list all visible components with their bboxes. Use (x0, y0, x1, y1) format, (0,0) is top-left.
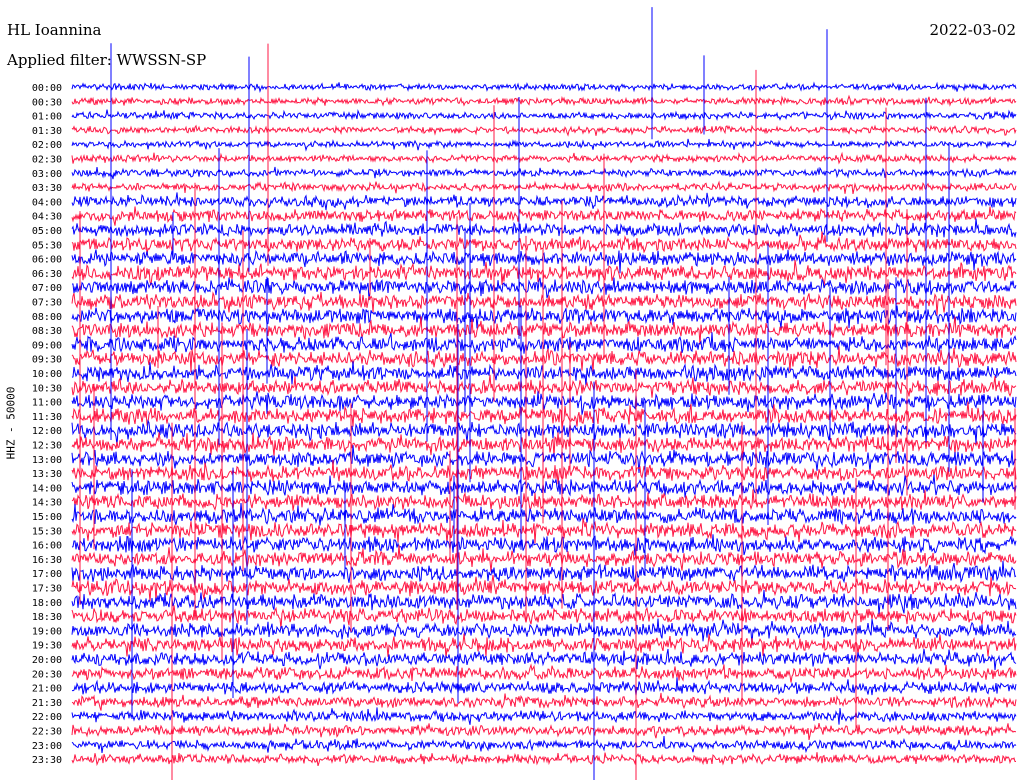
time-label: 06:30 (32, 269, 62, 280)
trace-0930 (71, 346, 1017, 373)
time-label: 19:00 (32, 626, 62, 637)
filter-label: Applied filter: WWSSN-SP (7, 51, 207, 69)
time-label: 02:00 (32, 140, 62, 151)
time-label: 20:00 (32, 655, 62, 666)
time-label: 10:30 (32, 383, 62, 394)
time-label: 12:00 (32, 426, 62, 437)
time-label: 16:30 (32, 555, 62, 566)
time-label: 22:30 (32, 727, 62, 738)
time-label: 00:00 (32, 83, 62, 94)
trace-0200 (71, 138, 1017, 152)
time-label: 11:30 (32, 412, 62, 423)
trace-0900 (71, 332, 1017, 355)
time-label: 06:00 (32, 255, 62, 266)
trace-1330 (71, 460, 1017, 485)
helicorder-plot: 00:00 00:30 01:00 01:30 02:00 02:30 03:00 03:30… (32, 7, 1017, 780)
trace-1800 (71, 590, 1017, 615)
trace-0230 (71, 151, 1017, 165)
trace-0030 (71, 94, 1017, 107)
trace-group (71, 81, 1017, 767)
trace-0400 (71, 192, 1017, 211)
time-label: 21:30 (32, 698, 62, 709)
trace-0600 (71, 249, 1017, 274)
time-label: 08:00 (32, 312, 62, 323)
time-label: 16:00 (32, 541, 62, 552)
time-label: 19:30 (32, 641, 62, 652)
date-title: 2022-03-02 (929, 21, 1016, 39)
trace-1600 (71, 534, 1017, 556)
time-label: 05:30 (32, 240, 62, 251)
time-label: 18:30 (32, 612, 62, 623)
trace-0630 (71, 259, 1017, 287)
trace-0500 (71, 218, 1017, 239)
time-label: 09:00 (32, 340, 62, 351)
trace-2200 (71, 707, 1017, 725)
trace-0000 (71, 81, 1017, 93)
time-label: 02:30 (32, 155, 62, 166)
time-label: 23:30 (32, 755, 62, 766)
trace-0430 (71, 206, 1017, 226)
time-label: 07:30 (32, 298, 62, 309)
trace-0800 (71, 305, 1017, 329)
time-label: 03:30 (32, 183, 62, 194)
trace-0330 (71, 180, 1017, 195)
time-label: 20:30 (32, 669, 62, 680)
trace-1930 (71, 633, 1017, 659)
trace-1230 (71, 432, 1017, 457)
trace-2230 (71, 723, 1017, 741)
time-label: 01:00 (32, 112, 62, 123)
trace-1630 (71, 544, 1017, 572)
time-label: 13:30 (32, 469, 62, 480)
time-label: 04:00 (32, 197, 62, 208)
time-label: 01:30 (32, 126, 62, 137)
trace-2300 (71, 736, 1017, 754)
trace-1200 (71, 419, 1017, 446)
time-label: 07:00 (32, 283, 62, 294)
time-label-group: 00:00 00:30 01:00 01:30 02:00 02:30 03:00 03:30… (32, 83, 62, 766)
time-label: 04:30 (32, 212, 62, 223)
trace-0100 (71, 108, 1017, 122)
time-label: 21:00 (32, 684, 62, 695)
time-label: 05:00 (32, 226, 62, 237)
trace-0700 (72, 277, 1017, 300)
trace-0300 (71, 166, 1017, 180)
time-label: 14:30 (32, 498, 62, 509)
spike-group (79, 7, 1016, 780)
trace-2130 (71, 692, 1017, 711)
time-label: 23:00 (32, 741, 62, 752)
time-label: 18:00 (32, 598, 62, 609)
time-label: 15:30 (32, 526, 62, 537)
trace-1000 (71, 361, 1017, 387)
time-label: 17:00 (32, 569, 62, 580)
time-label: 13:00 (32, 455, 62, 466)
trace-0530 (71, 231, 1017, 256)
time-label: 12:30 (32, 441, 62, 452)
time-label: 08:30 (32, 326, 62, 337)
time-label: 22:00 (32, 712, 62, 723)
trace-2000 (71, 648, 1017, 671)
time-label: 03:00 (32, 169, 62, 180)
trace-0130 (71, 124, 1017, 137)
y-axis-label: HHZ - 50000 (4, 386, 18, 460)
trace-1830 (71, 605, 1017, 629)
station-title: HL Ioannina (7, 21, 102, 39)
time-label: 10:00 (32, 369, 62, 380)
trace-2030 (71, 663, 1017, 683)
trace-2330 (71, 752, 1016, 767)
time-label: 11:00 (32, 398, 62, 409)
time-label: 14:00 (32, 483, 62, 494)
time-label: 15:00 (32, 512, 62, 523)
time-label: 00:30 (32, 97, 62, 108)
time-label: 09:30 (32, 355, 62, 366)
trace-2100 (71, 677, 1017, 696)
trace-1730 (71, 574, 1017, 602)
time-label: 17:30 (32, 584, 62, 595)
trace-1300 (71, 445, 1017, 473)
